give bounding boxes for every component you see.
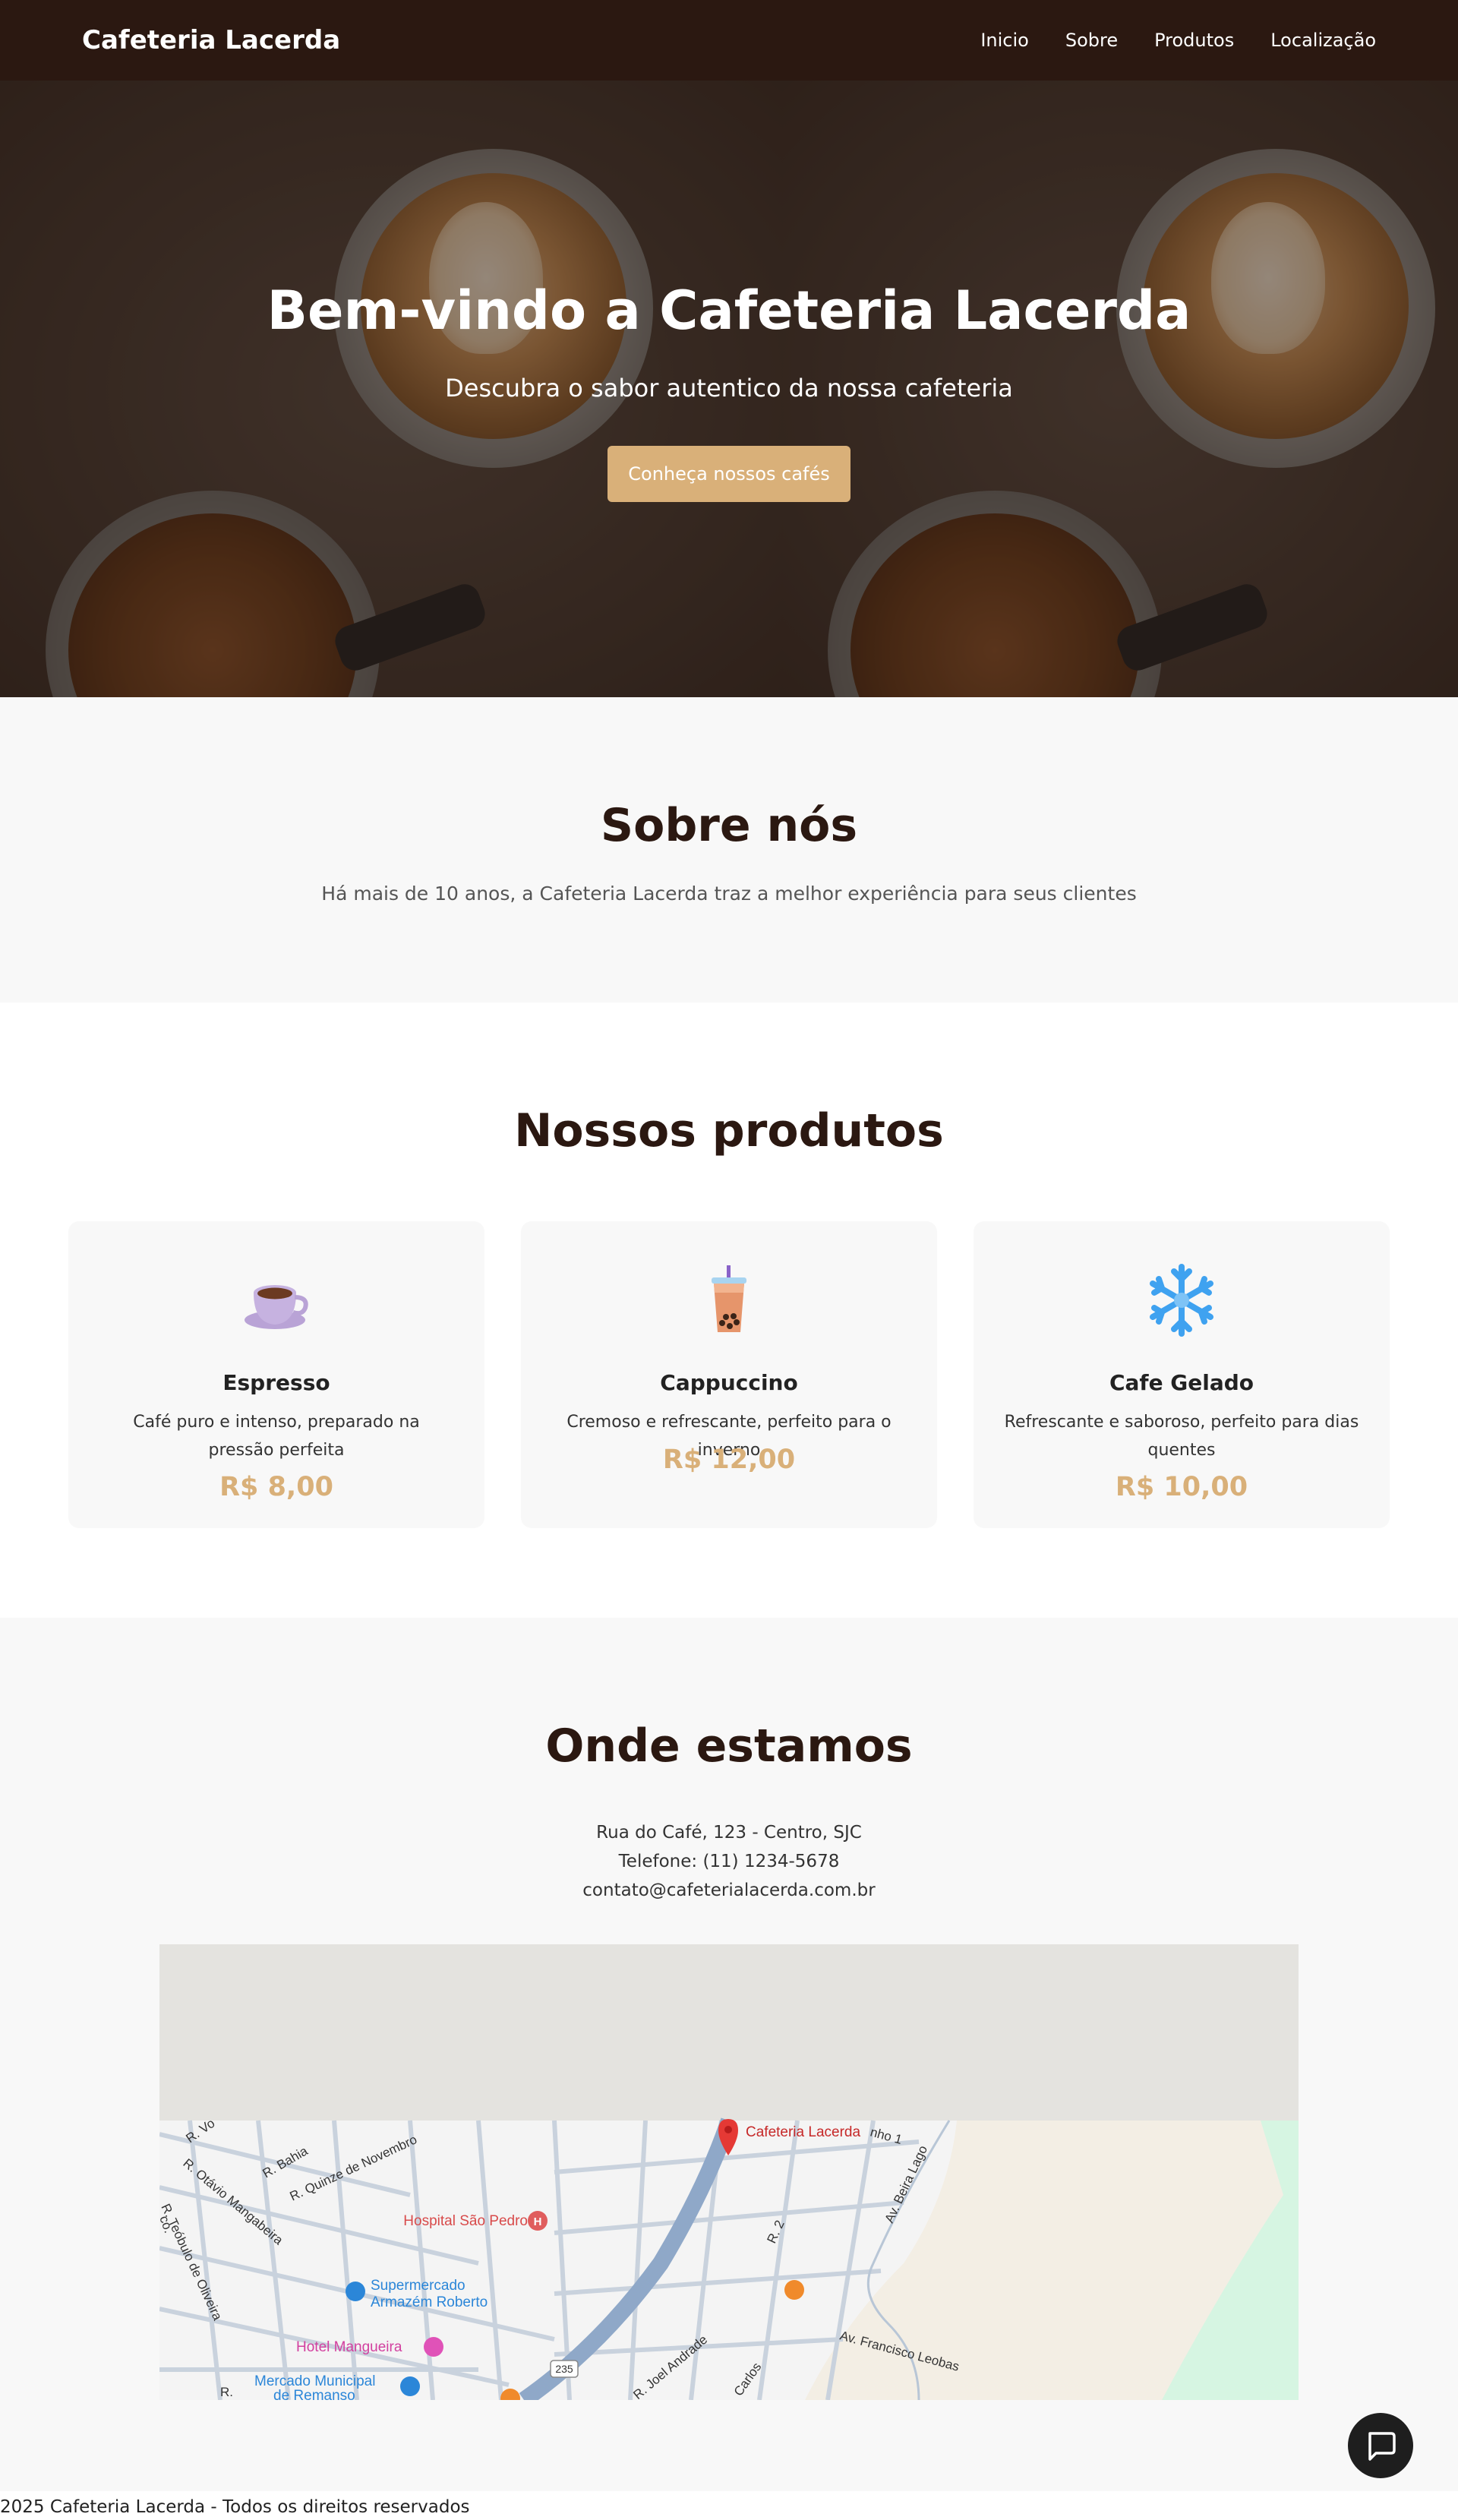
svg-text:Hotel Mangueira: Hotel Mangueira (296, 2339, 402, 2355)
product-price: R$ 10,00 (1115, 1472, 1248, 1502)
about-section: Sobre nós Há mais de 10 anos, a Cafeteri… (0, 697, 1458, 1003)
product-card-espresso: Espresso Café puro e intenso, preparado … (68, 1221, 484, 1528)
hot-coffee-cup-icon (68, 1262, 484, 1338)
address-text: Rua do Café, 123 - Centro, SJC (596, 1823, 862, 1843)
navbar: Cafeteria Lacerda Inicio Sobre Produtos … (0, 0, 1458, 81)
product-description: Café puro e intenso, preparado na pressã… (133, 1413, 420, 1460)
product-name: Cafe Gelado (1109, 1370, 1254, 1395)
phone-text: Telefone: (11) 1234-5678 (618, 1852, 840, 1871)
nav-link-sobre[interactable]: Sobre (1065, 30, 1118, 51)
hero-content: Bem-vindo a Cafeteria Lacerda Descubra o… (0, 81, 1458, 697)
svg-text:Mercado Municipal: Mercado Municipal (254, 2373, 375, 2389)
hero-subtitle: Descubra o sabor autentico da nossa cafe… (445, 374, 1013, 403)
email-text: contato@cafeterialacerda.com.br (582, 1881, 876, 1900)
chat-bubble-icon (1368, 2432, 1396, 2461)
nav-links: Inicio Sobre Produtos Localização (980, 30, 1376, 51)
svg-text:Hospital São Pedro: Hospital São Pedro (403, 2213, 528, 2229)
restaurant-marker[interactable] (784, 2280, 804, 2300)
hero-section: Bem-vindo a Cafeteria Lacerda Descubra o… (0, 81, 1458, 697)
nav-link-produtos[interactable]: Produtos (1154, 30, 1234, 51)
product-description: Refrescante e saboroso, perfeito para di… (1004, 1413, 1359, 1460)
product-card-cafe-gelado: Cafe Gelado Refrescante e saboroso, perf… (974, 1221, 1390, 1528)
chat-button[interactable] (1348, 2413, 1413, 2478)
footer: 2025 Cafeteria Lacerda - Todos os direit… (0, 2491, 1458, 2520)
svg-text:de Remanso: de Remanso (273, 2388, 355, 2400)
svg-text:R.: R. (220, 2385, 233, 2399)
hospital-marker[interactable]: Hospital São Pedro H (403, 2211, 548, 2231)
svg-text:H: H (534, 2215, 542, 2228)
svg-text:235: 235 (555, 2363, 573, 2375)
map-embed[interactable]: 235 R. Vo R. Bahia R. Quinze de Novembro… (159, 1944, 1299, 2400)
products-title: Nossos produtos (514, 1104, 944, 1157)
nav-link-localizacao[interactable]: Localização (1270, 30, 1376, 51)
svg-text:Armazém Roberto: Armazém Roberto (371, 2294, 488, 2310)
location-section: Onde estamos Rua do Café, 123 - Centro, … (0, 1618, 1458, 2491)
cta-button[interactable]: Conheça nossos cafés (608, 446, 850, 502)
about-text: Há mais de 10 anos, a Cafeteria Lacerda … (321, 883, 1137, 905)
about-title: Sobre nós (600, 799, 858, 852)
product-card-cappuccino: Cappuccino Cremoso e refrescante, perfei… (521, 1221, 937, 1528)
svg-text:Cafeteria Lacerda: Cafeteria Lacerda (746, 2124, 860, 2140)
product-price: R$ 8,00 (219, 1472, 333, 1502)
footer-text: 2025 Cafeteria Lacerda - Todos os direit… (0, 2497, 470, 2517)
svg-text:Supermercado: Supermercado (371, 2278, 465, 2294)
product-price: R$ 12,00 (662, 1445, 796, 1475)
snowflake-icon (974, 1262, 1390, 1338)
brand-logo[interactable]: Cafeteria Lacerda (82, 25, 340, 55)
location-title: Onde estamos (545, 1719, 913, 1773)
product-name: Espresso (222, 1370, 330, 1395)
products-section: Nossos produtos Espresso Café puro e int… (0, 1003, 1458, 1618)
road-number-badge: 235 (550, 2360, 579, 2378)
nav-link-inicio[interactable]: Inicio (980, 30, 1029, 51)
product-name: Cappuccino (660, 1370, 798, 1395)
hero-title: Bem-vindo a Cafeteria Lacerda (267, 279, 1191, 342)
bubble-tea-icon (521, 1262, 937, 1338)
